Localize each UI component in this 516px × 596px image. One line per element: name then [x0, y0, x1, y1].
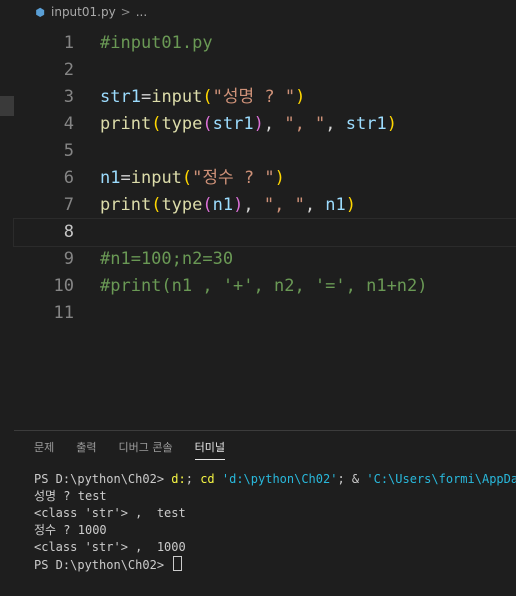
- breadcrumb-more[interactable]: ...: [136, 5, 147, 19]
- code-token: ,: [263, 114, 285, 134]
- code-line[interactable]: 7 print(type(n1), ", ", n1): [14, 192, 516, 219]
- code-token: "성명 ? ": [212, 87, 296, 107]
- code-token: ,: [304, 195, 326, 215]
- terminal-prompt: PS D:\python\Ch02>: [34, 558, 172, 572]
- code-token: ,: [325, 114, 346, 134]
- panel-tabs: 문제 출력 디버그 콘솔 터미널: [34, 439, 225, 460]
- code-line[interactable]: 9 #n1=100;n2=30: [14, 246, 516, 273]
- code-token: #n1=100;n2=30: [100, 249, 234, 269]
- code-line[interactable]: 3 str1=input("성명 ? "): [14, 84, 516, 111]
- line-number: 5: [63, 141, 74, 161]
- line-code: str1=input("성명 ? "): [100, 84, 305, 111]
- code-token: str1: [212, 114, 254, 134]
- code-token: ,: [243, 195, 264, 215]
- code-token: ", ": [284, 114, 326, 134]
- line-code: #n1=100;n2=30: [100, 246, 233, 273]
- terminal-output-line: 성명 ? test: [34, 489, 107, 503]
- code-line[interactable]: 11: [14, 300, 516, 327]
- code-token: ): [295, 87, 306, 107]
- code-token: print: [100, 195, 152, 215]
- breadcrumb: ⬢ input01.py > ...: [14, 0, 516, 24]
- line-number: 6: [63, 168, 74, 188]
- line-code: #print(n1 , '+', n2, '=', n1+n2): [100, 273, 428, 300]
- terminal-line: PS D:\python\Ch02>: [34, 556, 516, 573]
- code-token: n1: [100, 168, 121, 188]
- tab-problems[interactable]: 문제: [34, 439, 54, 460]
- code-token: (: [151, 195, 162, 215]
- terminal-cmd-sep: ;: [185, 472, 201, 486]
- breadcrumb-separator: >: [120, 5, 131, 19]
- terminal-line: PS D:\python\Ch02> d:; cd 'd:\python\Ch0…: [34, 471, 516, 488]
- code-token: n1: [325, 195, 346, 215]
- line-code: print(type(n1), ", ", n1): [100, 192, 356, 219]
- code-token: (: [181, 168, 193, 188]
- code-token: "정수 ? ": [192, 168, 275, 188]
- activity-edge-marker: [0, 96, 14, 116]
- code-token: print: [100, 114, 152, 134]
- terminal-output-line: <class 'str'> , 1000: [34, 540, 186, 554]
- line-number: 2: [63, 60, 74, 80]
- code-token: =: [120, 168, 131, 188]
- code-line[interactable]: 1 #input01.py: [14, 30, 516, 57]
- terminal-cursor: [173, 556, 183, 571]
- bottom-panel: 문제 출력 디버그 콘솔 터미널 PS D:\python\Ch02> d:; …: [14, 430, 516, 596]
- line-number: 10: [53, 276, 74, 296]
- line-code: #input01.py: [100, 30, 213, 57]
- terminal-cmd-path: 'd:\python\Ch02': [214, 472, 338, 486]
- terminal[interactable]: PS D:\python\Ch02> d:; cd 'd:\python\Ch0…: [34, 471, 516, 573]
- code-line[interactable]: 8: [13, 218, 516, 247]
- code-token: input: [151, 87, 203, 107]
- line-number: 8: [63, 222, 74, 242]
- line-code: print(type(str1), ", ", str1): [100, 111, 397, 138]
- code-token: (: [202, 195, 213, 215]
- code-token: input: [130, 168, 182, 188]
- code-token: (: [202, 114, 213, 134]
- code-token: #print(n1 , '+', n2, '=', n1+n2): [100, 276, 428, 296]
- tab-debug-console[interactable]: 디버그 콘솔: [119, 439, 173, 460]
- code-token: ): [253, 114, 264, 134]
- code-token: str1: [100, 87, 141, 107]
- code-token: ): [274, 168, 285, 188]
- code-token: type: [161, 195, 203, 215]
- code-line[interactable]: 4 print(type(str1), ", ", str1): [14, 111, 516, 138]
- code-token: ): [345, 195, 357, 215]
- terminal-output-line: <class 'str'> , test: [34, 506, 186, 520]
- code-line[interactable]: 2: [14, 57, 516, 84]
- code-token: (: [202, 87, 213, 107]
- line-number: 4: [63, 114, 74, 134]
- code-token: ): [233, 195, 244, 215]
- line-code: n1=input("정수 ? "): [100, 165, 285, 192]
- breadcrumb-file[interactable]: input01.py: [51, 5, 116, 19]
- code-line[interactable]: 5: [14, 138, 516, 165]
- terminal-cmd-cd: cd: [200, 472, 215, 486]
- terminal-cmd-amp: ; &: [337, 472, 367, 486]
- python-file-icon: ⬢: [35, 5, 45, 19]
- code-token: str1: [345, 114, 387, 134]
- line-number: 9: [63, 249, 74, 269]
- code-token: ", ": [263, 195, 305, 215]
- code-line[interactable]: 10 #print(n1 , '+', n2, '=', n1+n2): [14, 273, 516, 300]
- line-number: 3: [63, 87, 74, 107]
- terminal-cmd-drive: d:: [171, 472, 186, 486]
- code-token: type: [161, 114, 203, 134]
- code-token: #input01.py: [100, 33, 213, 53]
- code-token: =: [140, 87, 152, 107]
- terminal-cmd-exe: 'C:\Users\formi\AppData\Local\Programs\P…: [366, 472, 516, 486]
- line-number: 1: [63, 33, 74, 53]
- activity-edge: [0, 0, 14, 596]
- tab-terminal[interactable]: 터미널: [194, 439, 225, 460]
- terminal-output-line: 정수 ? 1000: [34, 523, 107, 537]
- code-token: (: [151, 114, 162, 134]
- code-editor[interactable]: 1 #input01.py 2 3 str1=input("성명 ? ") 4 print(…: [13, 30, 516, 430]
- terminal-prompt: PS D:\python\Ch02>: [34, 472, 172, 486]
- tab-output[interactable]: 출력: [76, 439, 96, 460]
- code-token: ): [386, 114, 397, 134]
- code-line[interactable]: 6 n1=input("정수 ? "): [14, 165, 516, 192]
- line-number: 7: [63, 195, 74, 215]
- code-token: n1: [212, 195, 234, 215]
- line-number: 11: [53, 303, 74, 323]
